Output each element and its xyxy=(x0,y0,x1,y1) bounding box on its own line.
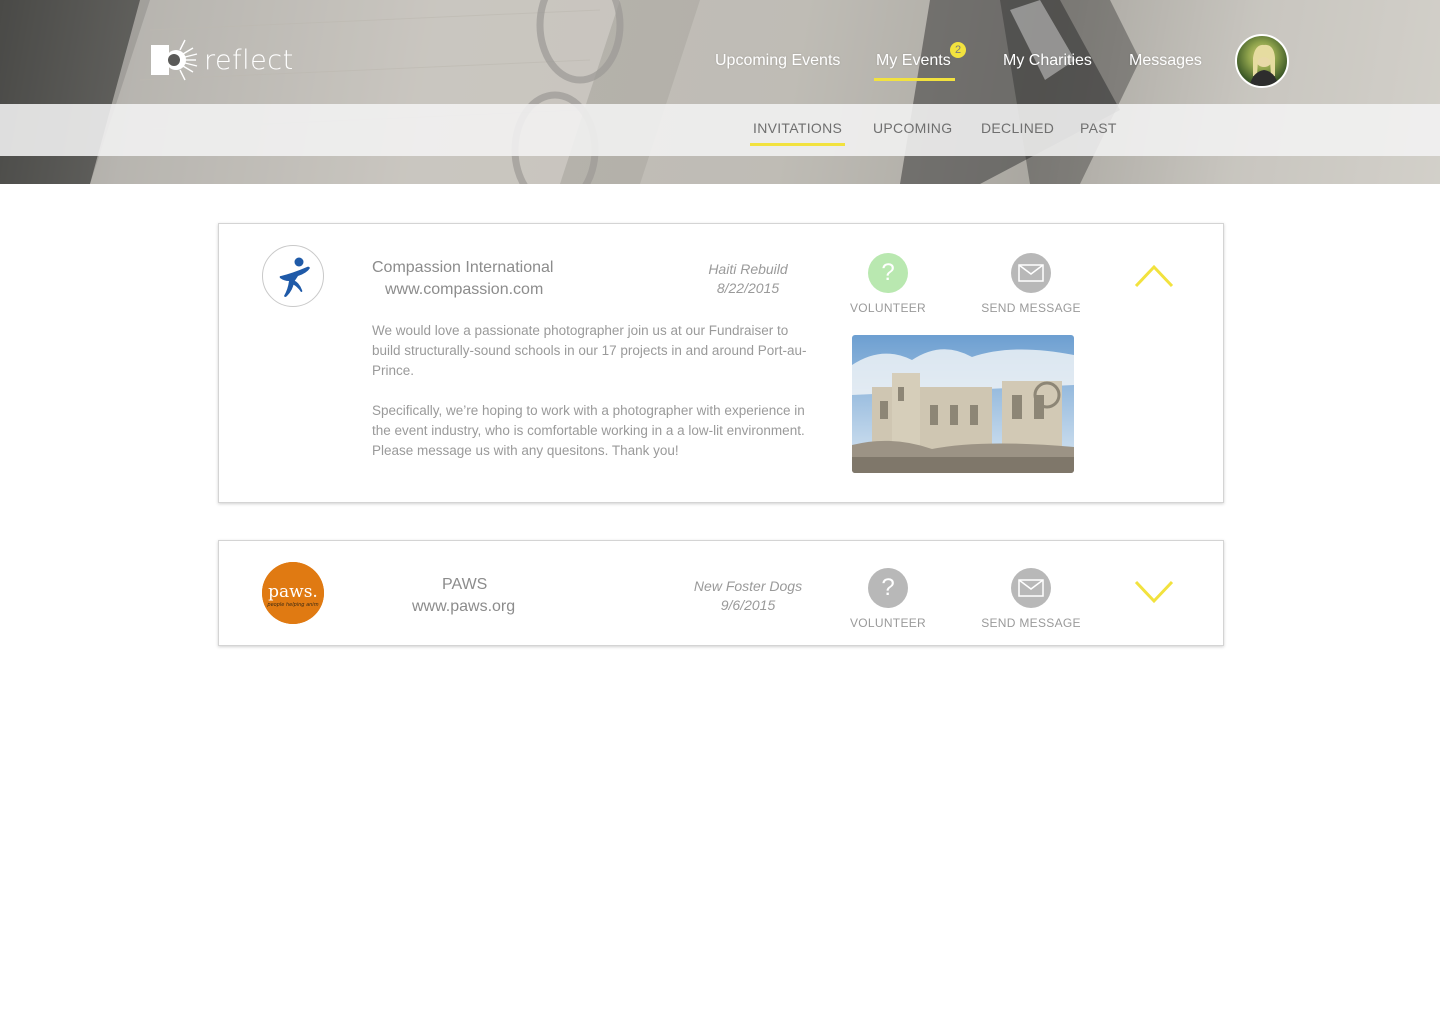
volunteer-label: VOLUNTEER xyxy=(849,301,927,315)
events-subnav: INVITATIONS UPCOMING DECLINED PAST xyxy=(0,104,1440,156)
event-name: Haiti Rebuild xyxy=(708,261,788,277)
tab-past[interactable]: PAST xyxy=(1080,120,1117,136)
envelope-icon xyxy=(1011,253,1051,293)
paws-wordmark-icon: paws. people helping anim xyxy=(262,562,324,624)
compassion-figure-icon xyxy=(279,257,310,297)
event-name: New Foster Dogs xyxy=(693,578,803,594)
org-url[interactable]: www.compassion.com xyxy=(385,281,543,299)
brand-name: reflect xyxy=(204,44,294,76)
nav-my-events[interactable]: My Events xyxy=(874,52,955,81)
org-name: PAWS xyxy=(442,576,488,593)
paws-logo-text: paws. xyxy=(268,582,318,602)
tab-invitations[interactable]: INVITATIONS xyxy=(749,120,846,146)
aperture-logo-icon xyxy=(151,39,198,81)
brand-logo[interactable]: reflect xyxy=(150,38,294,82)
collapse-chevron-up-icon[interactable] xyxy=(1134,263,1174,289)
tab-upcoming[interactable]: UPCOMING xyxy=(873,120,952,136)
send-message-button[interactable]: SEND MESSAGE xyxy=(971,253,1091,315)
event-description: We would love a passionate photographer … xyxy=(372,321,812,461)
send-message-label: SEND MESSAGE xyxy=(981,616,1081,630)
nav-messages[interactable]: Messages xyxy=(1129,52,1202,70)
invitation-card: Compassion International www.compassion.… xyxy=(218,223,1224,503)
volunteer-label: VOLUNTEER xyxy=(849,616,927,630)
description-paragraph: Specifically, we’re hoping to work with … xyxy=(372,403,805,458)
volunteer-button[interactable]: ? VOLUNTEER xyxy=(828,253,948,315)
paws-logo: paws. people helping anim xyxy=(262,562,324,624)
user-avatar[interactable] xyxy=(1235,34,1289,88)
paws-logo-tagline: people helping anim xyxy=(266,602,318,608)
org-name: Compassion International xyxy=(372,259,554,276)
compassion-logo xyxy=(262,245,324,307)
invitation-card: paws. people helping anim PAWS www.paws.… xyxy=(218,540,1224,646)
top-navigation-bar: reflect Upcoming Events My Events 2 My C… xyxy=(0,0,1440,104)
my-events-count-badge: 2 xyxy=(950,42,966,58)
event-date: 8/22/2015 xyxy=(716,280,780,296)
tab-declined[interactable]: DECLINED xyxy=(981,120,1054,136)
hero-header: reflect Upcoming Events My Events 2 My C… xyxy=(0,0,1440,184)
org-url[interactable]: www.paws.org xyxy=(412,598,515,616)
event-photo xyxy=(852,335,1074,473)
send-message-label: SEND MESSAGE xyxy=(981,301,1081,315)
haiti-cathedral-ruins-image xyxy=(852,335,1074,473)
nav-upcoming-events[interactable]: Upcoming Events xyxy=(715,52,840,70)
question-icon: ? xyxy=(868,253,908,293)
send-message-button[interactable]: SEND MESSAGE xyxy=(971,568,1091,630)
user-portrait-image xyxy=(1249,44,1279,86)
question-icon: ? xyxy=(868,568,908,608)
volunteer-button[interactable]: ? VOLUNTEER xyxy=(828,568,948,630)
envelope-icon xyxy=(1011,568,1051,608)
nav-my-charities[interactable]: My Charities xyxy=(1003,52,1092,70)
description-paragraph: We would love a passionate photographer … xyxy=(372,323,807,378)
expand-chevron-down-icon[interactable] xyxy=(1134,579,1174,605)
event-date: 9/6/2015 xyxy=(720,597,776,613)
